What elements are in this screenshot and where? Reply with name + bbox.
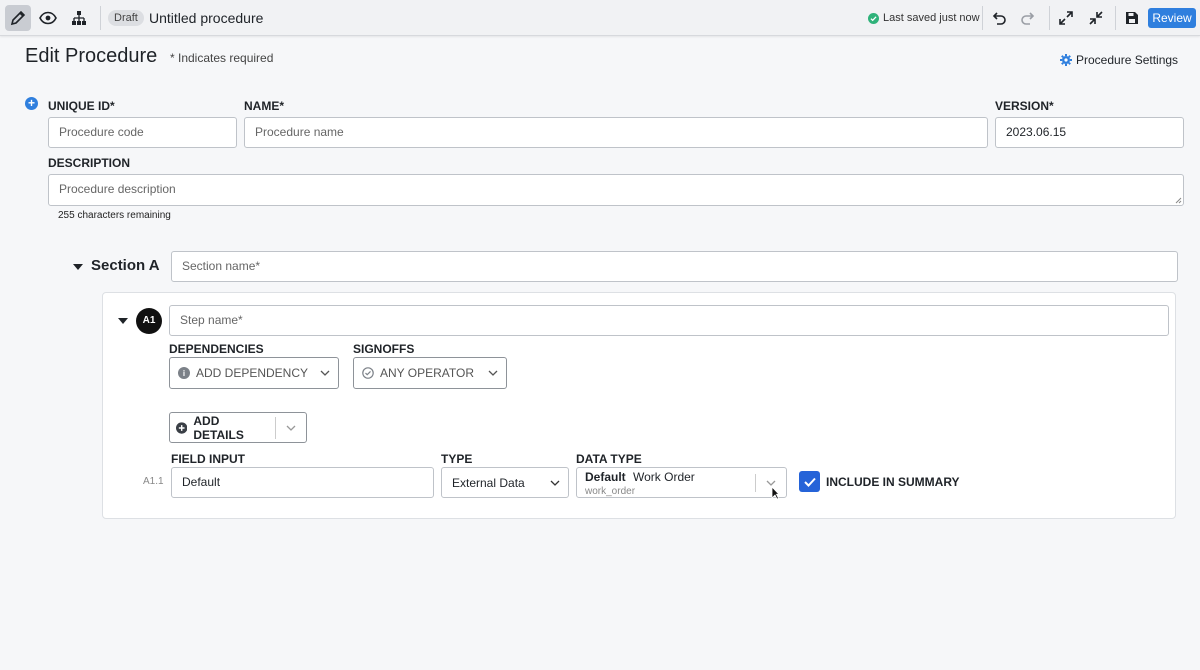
section-collapse-caret-icon[interactable]	[73, 264, 83, 270]
expand-all-button[interactable]	[1053, 5, 1079, 31]
field-input-label: FIELD INPUT	[171, 452, 245, 466]
chevron-down-icon	[286, 425, 296, 431]
section-title: Section A	[91, 257, 160, 274]
collapse-icon	[1089, 11, 1103, 25]
signoffs-dropdown[interactable]: ANY OPERATOR	[353, 357, 507, 389]
structure-button[interactable]	[66, 5, 92, 31]
top-toolbar: Draft Untitled procedure Last saved just…	[0, 0, 1200, 36]
preview-button[interactable]	[35, 5, 61, 31]
redo-button[interactable]	[1015, 5, 1041, 31]
toolbar-divider	[1115, 6, 1116, 30]
edit-mode-button[interactable]	[5, 5, 31, 31]
data-type-default-tag: Default	[585, 470, 626, 484]
chevron-down-icon	[488, 370, 498, 376]
toolbar-divider	[1049, 6, 1050, 30]
redo-icon	[1021, 12, 1035, 25]
step-number-badge: A1	[136, 308, 162, 334]
field-input[interactable]: Default	[171, 467, 434, 498]
name-label: NAME*	[244, 99, 285, 113]
review-button[interactable]: Review	[1148, 8, 1196, 28]
data-type-value: Work Order	[633, 470, 695, 484]
info-icon: i	[178, 367, 190, 379]
data-type-subvalue: work_order	[585, 486, 636, 497]
dependencies-label: DEPENDENCIES	[169, 342, 264, 356]
add-details-button[interactable]: ADD DETAILS	[170, 414, 275, 442]
document-title[interactable]: Untitled procedure	[149, 10, 263, 26]
save-status-text: Last saved just now	[883, 12, 980, 24]
pencil-icon	[10, 10, 26, 26]
add-details-split-button[interactable]: ADD DETAILS	[169, 412, 307, 443]
mouse-cursor-icon	[771, 486, 780, 500]
type-select-value: External Data	[452, 475, 525, 490]
unique-id-label: UNIQUE ID*	[48, 99, 115, 113]
toolbar-divider	[982, 6, 983, 30]
add-details-menu-toggle[interactable]	[276, 425, 306, 431]
procedure-name-input[interactable]: Procedure name	[244, 117, 988, 148]
add-dependency-dropdown[interactable]: i ADD DEPENDENCY	[169, 357, 339, 389]
select-divider	[755, 474, 756, 492]
add-details-label: ADD DETAILS	[193, 413, 244, 442]
save-icon	[1126, 12, 1138, 24]
type-label: TYPE	[441, 452, 473, 466]
data-type-label: DATA TYPE	[576, 452, 642, 466]
chevron-down-icon	[550, 480, 560, 486]
step-name-input[interactable]: Step name*	[169, 305, 1169, 336]
unique-id-input[interactable]: Procedure code	[48, 117, 237, 148]
include-in-summary-label[interactable]: INCLUDE IN SUMMARY	[826, 475, 960, 489]
signoffs-label: SIGNOFFS	[353, 342, 415, 356]
chevron-down-icon	[320, 370, 330, 376]
version-input[interactable]: 2023.06.15	[995, 117, 1184, 148]
data-type-select[interactable]: Default Work Order work_order	[576, 467, 787, 498]
field-index: A1.1	[143, 476, 164, 487]
draft-badge: Draft	[108, 10, 144, 26]
collapse-all-button[interactable]	[1083, 5, 1109, 31]
resize-handle-icon[interactable]	[1175, 197, 1182, 204]
hierarchy-icon	[72, 11, 86, 25]
include-in-summary-checkbox[interactable]	[799, 471, 820, 492]
save-button[interactable]	[1119, 5, 1145, 31]
check-circle-icon	[868, 12, 879, 24]
add-dependency-label: ADD DEPENDENCY	[196, 366, 309, 380]
check-circle-outline-icon	[362, 367, 374, 379]
procedure-settings-link[interactable]: Procedure Settings	[1060, 53, 1178, 67]
description-textarea[interactable]: Procedure description	[48, 174, 1184, 206]
version-label: VERSION*	[995, 99, 1054, 113]
undo-button[interactable]	[986, 5, 1012, 31]
undo-icon	[992, 12, 1006, 25]
characters-remaining: 255 characters remaining	[58, 210, 171, 221]
any-operator-label: ANY OPERATOR	[380, 366, 475, 380]
save-status: Last saved just now	[868, 12, 980, 24]
required-note: * Indicates required	[170, 51, 274, 65]
toolbar-divider	[100, 6, 101, 30]
procedure-settings-label: Procedure Settings	[1076, 53, 1179, 67]
type-select[interactable]: External Data	[441, 467, 569, 498]
plus-circle-icon	[176, 421, 188, 434]
page-title: Edit Procedure	[25, 45, 158, 67]
eye-icon	[39, 11, 57, 25]
step-collapse-caret-icon[interactable]	[118, 318, 128, 324]
section-name-input[interactable]: Section name*	[171, 251, 1178, 282]
expand-icon	[1059, 11, 1073, 25]
add-section-icon[interactable]: +	[25, 97, 38, 110]
checkmark-icon	[803, 477, 816, 487]
gear-icon	[1060, 54, 1072, 66]
description-label: DESCRIPTION	[48, 156, 131, 170]
